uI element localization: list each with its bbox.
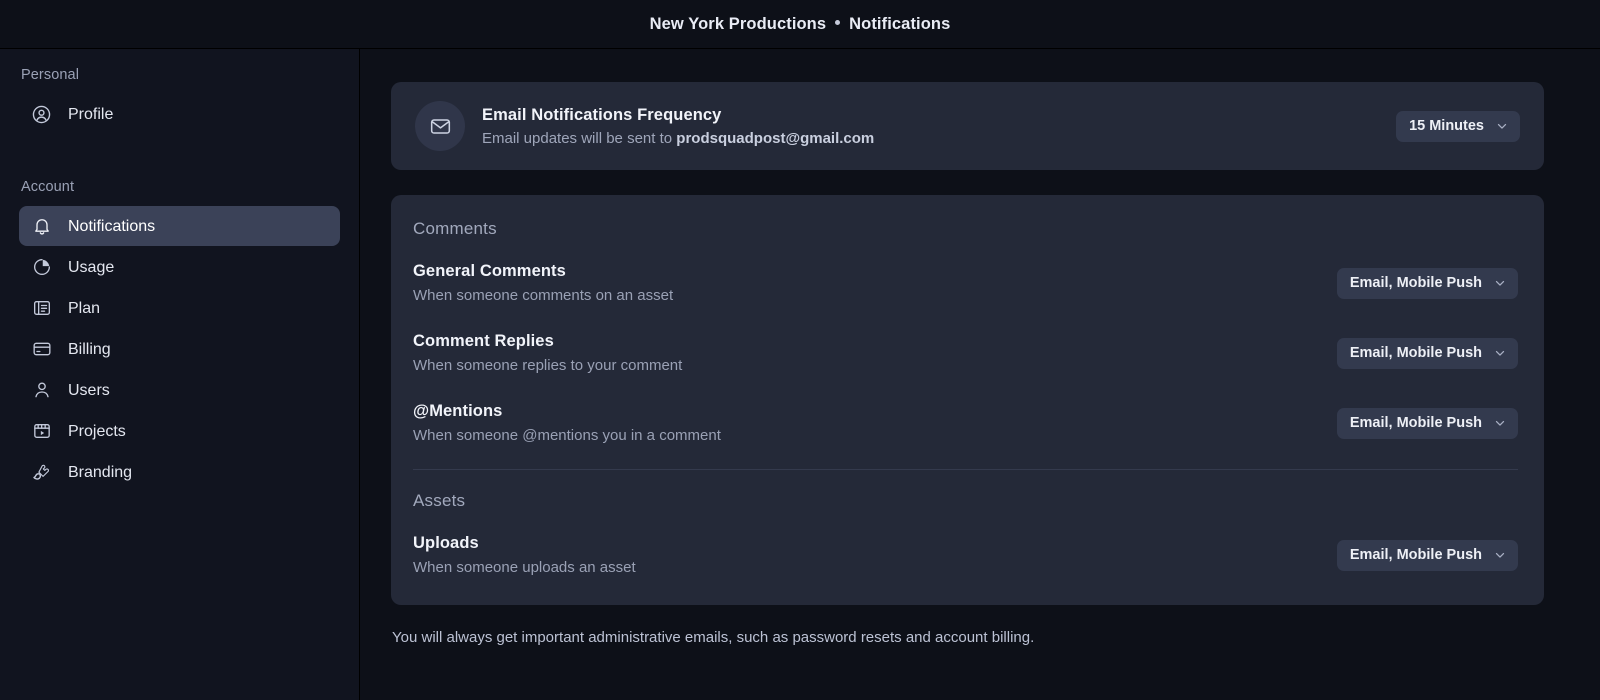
section-heading-assets: Assets [413,491,466,510]
setting-row-texts: Comment Replies When someone replies to … [413,332,1337,374]
settings-sidebar: Personal Profile Account Notifications U… [0,49,360,700]
page-title: New York Productions Notifications [650,15,951,34]
email-frequency-description: Email updates will be sent to prodsquadp… [482,130,1396,147]
setting-row-mentions: @Mentions When someone @mentions you in … [413,399,1518,447]
setting-row-texts: General Comments When someone comments o… [413,262,1337,304]
dropdown-value: Email, Mobile Push [1349,345,1482,361]
chevron-down-icon [1493,276,1507,290]
dropdown-value: Email, Mobile Push [1349,275,1482,291]
setting-row-description: When someone comments on an asset [413,287,674,304]
sidebar-item-billing[interactable]: Billing [19,329,340,369]
setting-row-description: When someone uploads an asset [413,559,636,576]
administrative-emails-note: You will always get important administra… [392,629,1035,646]
setting-row-texts: @Mentions When someone @mentions you in … [413,402,1337,444]
user-circle-icon [31,104,52,125]
window-body: Personal Profile Account Notifications U… [0,49,1600,700]
sidebar-item-label: Users [68,381,110,399]
settings-main-panel: Email Notifications Frequency Email upda… [360,49,1600,700]
email-address: prodsquadpost@gmail.com [676,129,875,147]
sidebar-item-usage[interactable]: Usage [19,247,340,287]
uploads-channel-dropdown[interactable]: Email, Mobile Push [1336,539,1518,571]
email-frequency-dropdown-value: 15 Minutes [1409,118,1484,134]
setting-row-title: Comment Replies [413,332,554,350]
sidebar-item-profile[interactable]: Profile [19,94,340,134]
email-frequency-description-prefix: Email updates will be sent to [482,129,677,147]
sidebar-item-label: Plan [68,299,101,317]
page-name: Notifications [849,14,951,33]
setting-row-texts: Uploads When someone uploads an asset [413,534,1337,576]
book-icon [31,298,52,319]
setting-row-description: When someone @mentions you in a comment [413,427,721,444]
setting-row-description: When someone replies to your comment [413,357,683,374]
sidebar-item-label: Projects [68,422,126,440]
sidebar-item-label: Branding [68,463,133,481]
pie-chart-icon [31,257,52,278]
sidebar-item-notifications[interactable]: Notifications [19,206,340,246]
chevron-down-icon [1495,119,1509,133]
sidebar-group-label-account: Account [21,179,75,195]
mentions-channel-dropdown[interactable]: Email, Mobile Push [1336,407,1518,439]
section-heading-comments: Comments [413,219,497,238]
sidebar-item-projects[interactable]: Projects [19,411,340,451]
settings-window: New York Productions Notifications Person… [0,0,1600,700]
clapperboard-icon [31,421,52,442]
email-frequency-title: Email Notifications Frequency [482,105,722,124]
chevron-down-icon [1493,416,1507,430]
email-frequency-texts: Email Notifications Frequency Email upda… [482,106,1396,147]
bullet-dot-icon [835,19,841,25]
sidebar-item-branding[interactable]: Branding [19,452,340,492]
user-icon [31,380,52,401]
sidebar-item-label: Billing [68,340,111,358]
dropdown-value: Email, Mobile Push [1349,415,1482,431]
setting-row-general-comments: General Comments When someone comments o… [413,259,1518,307]
dropdown-value: Email, Mobile Push [1349,547,1482,563]
sidebar-item-plan[interactable]: Plan [19,288,340,328]
sidebar-item-label: Usage [68,258,115,276]
setting-row-title: Uploads [413,534,479,552]
setting-row-uploads: Uploads When someone uploads an asset Em… [413,531,1518,579]
workspace-name: New York Productions [649,14,827,33]
general-comments-channel-dropdown[interactable]: Email, Mobile Push [1336,267,1518,299]
window-titlebar: New York Productions Notifications [0,0,1600,49]
setting-row-title: @Mentions [413,402,503,420]
notification-settings-card: Comments General Comments When someone c… [391,195,1544,605]
brush-icon [31,462,52,483]
chevron-down-icon [1493,548,1507,562]
setting-row-title: General Comments [413,262,566,280]
credit-card-icon [31,339,52,360]
chevron-down-icon [1493,346,1507,360]
sidebar-group-label-personal: Personal [21,67,80,83]
comment-replies-channel-dropdown[interactable]: Email, Mobile Push [1336,337,1518,369]
sidebar-item-label: Notifications [68,217,156,235]
setting-row-comment-replies: Comment Replies When someone replies to … [413,329,1518,377]
email-frequency-card: Email Notifications Frequency Email upda… [391,82,1544,170]
sidebar-item-label: Profile [68,105,114,123]
section-divider [413,469,1518,470]
envelope-icon [415,101,465,151]
bell-icon [31,216,52,237]
email-frequency-dropdown[interactable]: 15 Minutes [1396,110,1520,142]
sidebar-item-users[interactable]: Users [19,370,340,410]
